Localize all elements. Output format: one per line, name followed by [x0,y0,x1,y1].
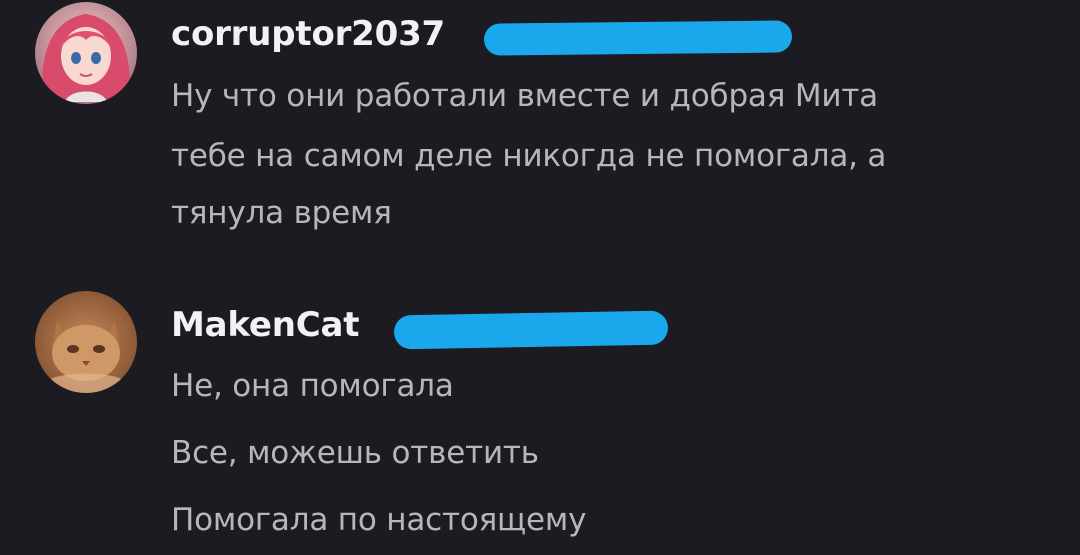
message-text: тянула время [171,195,392,231]
cat-avatar-icon [35,291,137,393]
message-text: Ну что они работали вместе и добрая Мита [171,78,878,114]
chat-screen: { "messages": [ { "username": "corruptor… [0,0,1080,555]
redaction-mark [393,310,669,350]
message-text: Все, можешь ответить [171,435,539,471]
message-makencat: MakenCat Не, она помогала Все, можешь от… [0,285,1080,555]
avatar[interactable] [35,2,137,104]
username[interactable]: MakenCat [171,305,359,345]
redaction-mark [483,20,793,56]
message-text: Помогала по настоящему [171,502,587,538]
anime-girl-avatar-icon [35,2,137,104]
username[interactable]: corruptor2037 [171,14,445,54]
message-corruptor2037: corruptor2037 Ну что они работали вместе… [0,0,1080,260]
message-text: тебе на самом деле никогда не помогала, … [171,138,887,174]
message-text: Не, она помогала [171,368,454,404]
avatar[interactable] [35,291,137,393]
